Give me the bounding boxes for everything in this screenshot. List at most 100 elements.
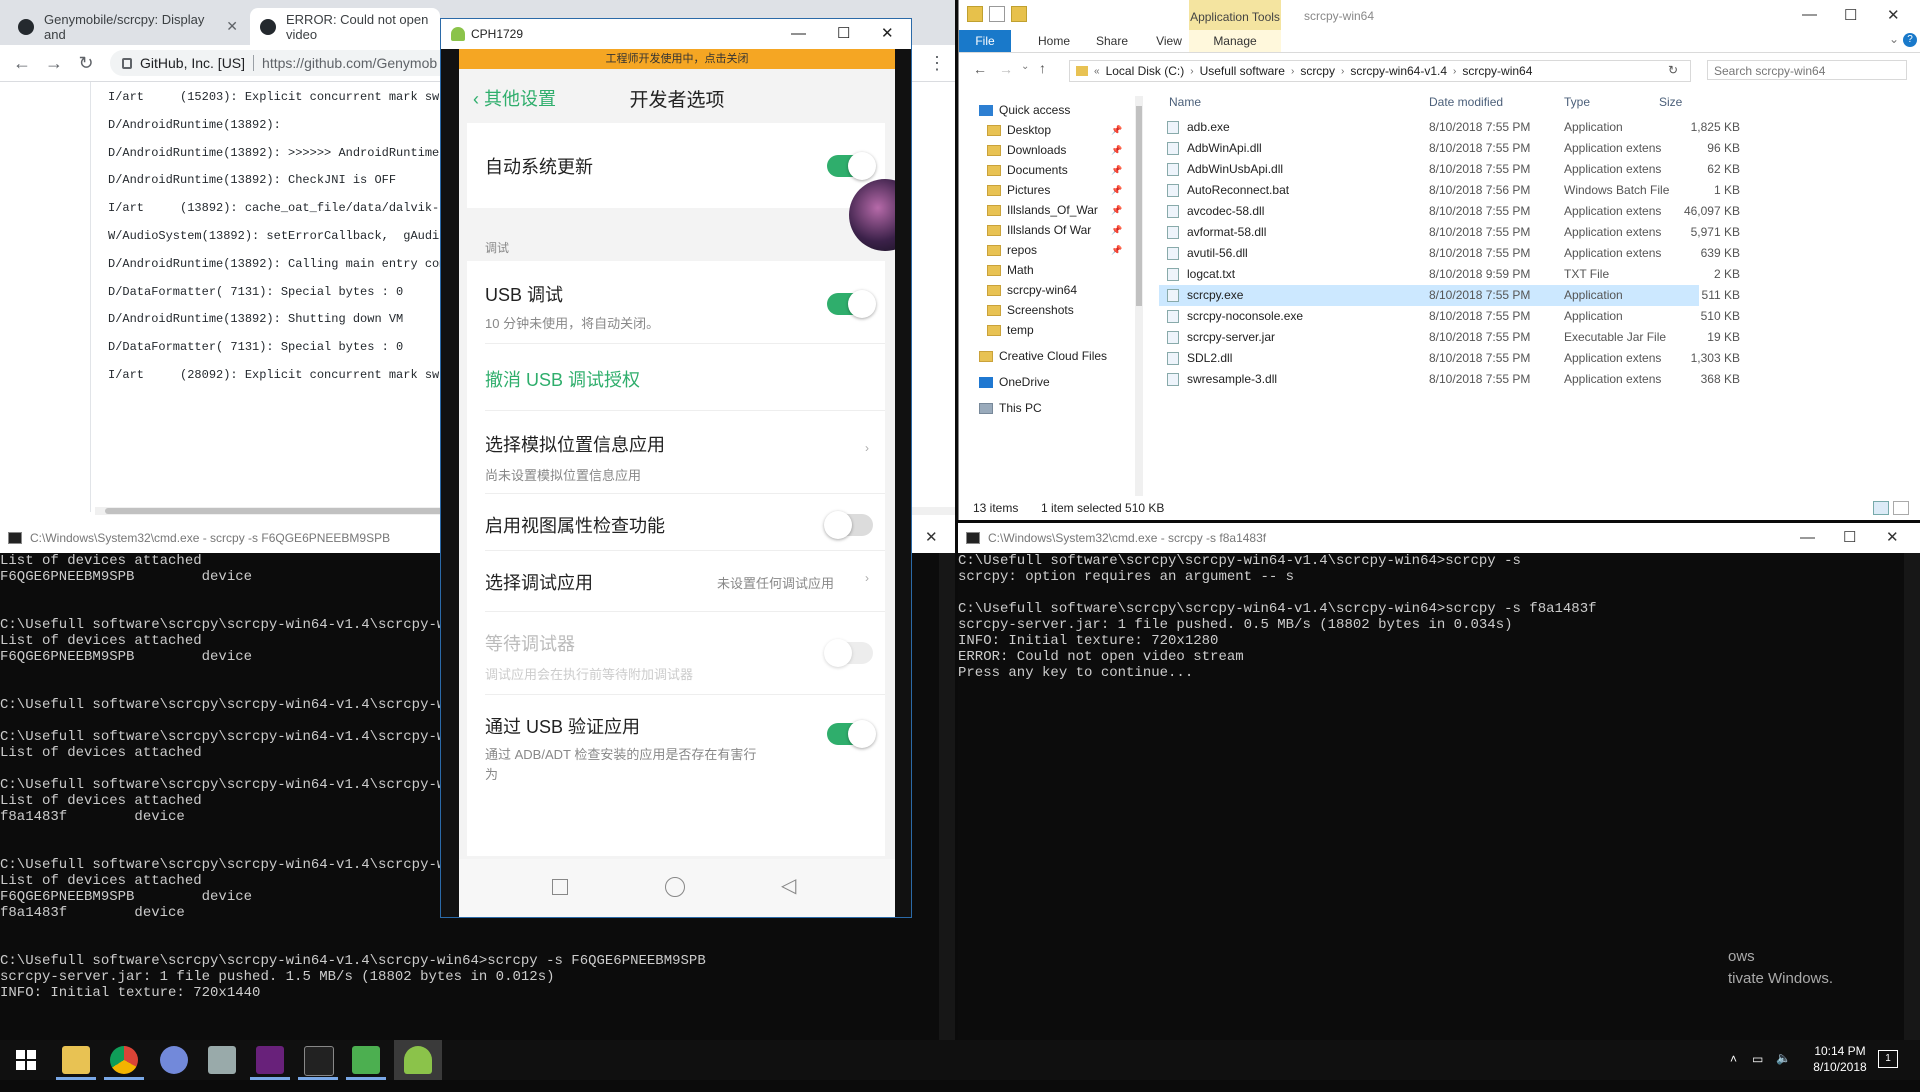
device-screen[interactable]: 工程师开发使用中，点击关闭 ‹ 其他设置 开发者选项 自动系统更新 调试 USB…	[459, 49, 895, 917]
tray-chevron-icon[interactable]: ˄	[1730, 1052, 1737, 1092]
file-row[interactable]: AutoReconnect.bat 8/10/2018 7:56 PM Window…	[1159, 180, 1740, 201]
developer-banner[interactable]: 工程师开发使用中，点击关闭	[459, 49, 895, 69]
nav-item[interactable]: repos 📌	[987, 240, 1122, 260]
nav-item[interactable]: Quick access	[979, 100, 1070, 120]
nav-item[interactable]: Math	[987, 260, 1034, 280]
nav-item[interactable]: temp	[987, 320, 1034, 340]
nav-item[interactable]: Desktop 📌	[987, 120, 1122, 140]
file-row[interactable]: avutil-56.dll 8/10/2018 7:55 PM Applicatio…	[1159, 243, 1740, 264]
nav-item[interactable]: OneDrive	[979, 372, 1050, 392]
app-icon[interactable]	[208, 1046, 236, 1074]
file-row[interactable]: SDL2.dll 8/10/2018 7:55 PM Application ext…	[1159, 348, 1740, 369]
close-icon[interactable]: ✕	[226, 18, 238, 35]
maximize-icon[interactable]: ☐	[837, 19, 850, 49]
details-view-icon[interactable]	[1873, 501, 1889, 515]
tab-share[interactable]: Share	[1087, 30, 1137, 52]
nav-item[interactable]: This PC	[979, 398, 1042, 418]
debug-app-row[interactable]: 选择调试应用 未设置任何调试应用 ›	[467, 551, 885, 611]
file-row[interactable]: AdbWinUsbApi.dll 8/10/2018 7:55 PM Applica…	[1159, 159, 1740, 180]
back-arrow-icon[interactable]: ←	[10, 51, 34, 75]
nav-item[interactable]: scrcpy-win64	[987, 280, 1077, 300]
visual-studio-icon[interactable]	[256, 1046, 284, 1074]
notification-icon[interactable]: 1	[1878, 1050, 1898, 1068]
menu-icon[interactable]: ⋮	[925, 51, 949, 75]
file-row[interactable]: avcodec-58.dll 8/10/2018 7:55 PM Applicati…	[1159, 201, 1740, 222]
network-icon[interactable]: ▭	[1752, 1052, 1763, 1092]
breadcrumb-item[interactable]: scrcpy-win64	[1462, 64, 1532, 78]
file-row[interactable]: scrcpy-noconsole.exe 8/10/2018 7:55 PM App…	[1159, 306, 1740, 327]
url-text[interactable]: https://github.com/Genymob	[262, 55, 437, 71]
close-icon[interactable]: ✕	[1887, 6, 1900, 24]
nav-item[interactable]: Documents 📌	[987, 160, 1122, 180]
recent-locations-icon[interactable]: ⌄	[1021, 61, 1029, 72]
view-attr-toggle[interactable]	[824, 511, 873, 539]
new-folder-icon[interactable]	[1011, 6, 1027, 22]
nav-item[interactable]: Downloads 📌	[987, 140, 1122, 160]
column-name[interactable]: Name	[1169, 95, 1201, 115]
large-icons-view-icon[interactable]	[1893, 501, 1909, 515]
file-row[interactable]: scrcpy.exe 8/10/2018 7:55 PM Application 51…	[1159, 285, 1740, 306]
nav-scrollbar[interactable]	[1135, 96, 1143, 496]
discord-icon[interactable]	[160, 1046, 188, 1074]
file-explorer-icon[interactable]	[62, 1046, 90, 1074]
column-type[interactable]: Type	[1564, 95, 1590, 115]
chrome-tab-2[interactable]: ERROR: Could not open video	[250, 8, 440, 45]
search-input[interactable]: Search scrcpy-win64	[1707, 60, 1907, 80]
breadcrumb-item[interactable]: scrcpy-win64-v1.4	[1350, 64, 1447, 78]
minimize-icon[interactable]: —	[791, 19, 806, 49]
file-row[interactable]: avformat-58.dll 8/10/2018 7:55 PM Applicat…	[1159, 222, 1740, 243]
column-size[interactable]: Size	[1659, 95, 1682, 115]
verify-usb-toggle[interactable]	[827, 720, 876, 748]
nav-item[interactable]: Pictures 📌	[987, 180, 1122, 200]
revoke-usb-row[interactable]: 撤消 USB 调试授权	[467, 344, 885, 410]
file-row[interactable]: swresample-3.dll 8/10/2018 7:55 PM Applica…	[1159, 369, 1740, 390]
help-icon[interactable]: ?	[1903, 33, 1917, 47]
scrcpy-taskbar-button[interactable]	[394, 1040, 442, 1080]
home-icon[interactable]	[665, 877, 685, 897]
volume-icon[interactable]: 🔈	[1776, 1051, 1791, 1091]
nav-item[interactable]: Illslands_Of_War 📌	[987, 200, 1122, 220]
mock-location-row[interactable]: 选择模拟位置信息应用 尚未设置模拟位置信息应用 ›	[467, 411, 885, 493]
close-icon[interactable]: ✕	[881, 19, 894, 49]
properties-icon[interactable]	[989, 6, 1005, 22]
close-icon[interactable]: ✕	[925, 523, 938, 553]
up-arrow-icon[interactable]: ↑	[1039, 60, 1046, 76]
cmd-scrollbar[interactable]	[1904, 553, 1920, 1040]
breadcrumb-item[interactable]: scrcpy	[1300, 64, 1335, 78]
close-icon[interactable]: ✕	[1886, 523, 1899, 553]
verify-usb-row[interactable]: 通过 USB 验证应用 通过 ADB/ADT 检查安装的应用是否存在有害行为	[467, 695, 885, 795]
nav-item[interactable]: Illslands Of War 📌	[987, 220, 1122, 240]
forward-arrow-icon[interactable]: →	[999, 61, 1013, 77]
forward-arrow-icon[interactable]: →	[42, 51, 66, 75]
minimize-icon[interactable]: —	[1800, 523, 1815, 553]
breadcrumb-item[interactable]: Usefull software	[1200, 64, 1285, 78]
cmd-icon[interactable]	[304, 1046, 334, 1076]
file-row[interactable]: AdbWinApi.dll 8/10/2018 7:55 PM Applicatio…	[1159, 138, 1740, 159]
windows-start-icon[interactable]	[12, 1046, 40, 1074]
tab-file[interactable]: File	[959, 30, 1011, 52]
nav-item[interactable]: Creative Cloud Files	[979, 346, 1107, 366]
usb-debug-toggle[interactable]	[827, 290, 876, 318]
ribbon-expand-icon[interactable]: ⌄	[1889, 32, 1899, 46]
chrome-tab-1[interactable]: Genymobile/scrcpy: Display and ✕	[8, 8, 248, 45]
clock[interactable]: 10:14 PM 8/10/2018	[1805, 1043, 1875, 1083]
nav-item[interactable]: Screenshots	[987, 300, 1074, 320]
maximize-icon[interactable]: ☐	[1843, 523, 1856, 553]
tab-manage[interactable]: Manage	[1189, 30, 1281, 52]
tab-home[interactable]: Home	[1029, 30, 1079, 52]
file-row[interactable]: adb.exe 8/10/2018 7:55 PM Application 1,825…	[1159, 117, 1740, 138]
breadcrumb-item[interactable]: Local Disk (C:)	[1106, 64, 1185, 78]
column-date[interactable]: Date modified	[1429, 95, 1503, 115]
recents-icon[interactable]	[552, 879, 568, 895]
file-row[interactable]: scrcpy-server.jar 8/10/2018 7:55 PM Execut…	[1159, 327, 1740, 348]
address-breadcrumb[interactable]: « Local Disk (C:) › Usefull software › s…	[1069, 60, 1691, 82]
minimize-icon[interactable]: —	[1802, 6, 1817, 23]
reload-icon[interactable]: ↻	[74, 51, 98, 75]
auto-update-toggle[interactable]	[827, 152, 876, 180]
file-row[interactable]: logcat.txt 8/10/2018 9:59 PM TXT File 2 KB	[1159, 264, 1740, 285]
refresh-icon[interactable]: ↻	[1668, 63, 1678, 77]
notepad-icon[interactable]	[352, 1046, 380, 1074]
scrollbar-thumb[interactable]	[1136, 106, 1142, 306]
chrome-icon[interactable]	[110, 1046, 138, 1074]
usb-debug-row[interactable]: USB 调试 10 分钟未使用，将自动关闭。	[467, 261, 885, 343]
